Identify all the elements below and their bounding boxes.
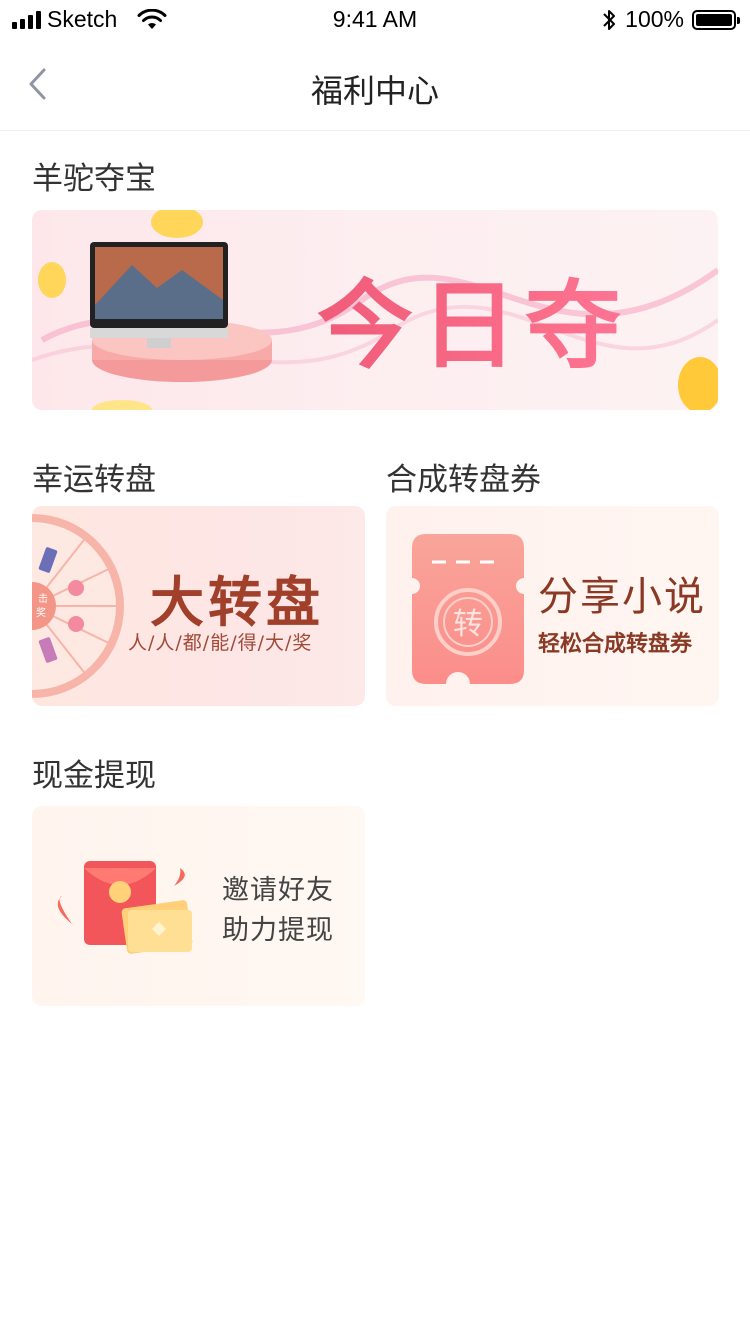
battery-percent: 100% xyxy=(625,6,684,32)
cash-withdraw-card[interactable]: 邀请好友 助力提现 xyxy=(32,806,365,1006)
lucky-wheel-card[interactable]: 击 奖 大转盘 人/人/都/能/得/大/奖 xyxy=(32,506,365,706)
red-envelope-icon xyxy=(57,861,193,954)
cash-line-2: 助力提现 xyxy=(222,915,334,946)
section-title-cash: 现金提现 xyxy=(32,758,156,794)
coin-icon xyxy=(92,400,152,410)
section-title-treasure: 羊驼夺宝 xyxy=(32,161,156,197)
banner-headline: 今日夺宝 xyxy=(317,248,718,410)
coupon-card-subtitle: 轻松合成转盘券 xyxy=(538,632,693,657)
ticket-char: 转 xyxy=(453,607,483,642)
bluetooth-icon xyxy=(603,9,616,30)
cash-line-1: 邀请好友 xyxy=(222,875,334,906)
coupon-card[interactable]: 转 分享小说 轻松合成转盘券 xyxy=(386,506,719,706)
wheel-card-title: 大转盘 xyxy=(150,571,324,634)
treasure-banner[interactable]: 今日夺宝 xyxy=(32,210,718,410)
wheel-illustration: 击 奖 xyxy=(32,514,124,698)
status-right: 100% xyxy=(601,6,740,33)
monitor-icon xyxy=(90,242,228,348)
battery-icon xyxy=(692,9,740,30)
page-title: 福利中心 xyxy=(310,72,439,110)
pig-icon xyxy=(68,616,84,632)
wheel-card-subtitle: 人/人/都/能/得/大/奖 xyxy=(128,632,313,654)
coin-icon xyxy=(151,210,203,238)
nav-bar: 福利中心 xyxy=(0,40,750,131)
ticket-icon: 转 xyxy=(412,534,524,684)
section-title-wheel: 幸运转盘 xyxy=(32,462,156,498)
coupon-card-title: 分享小说 xyxy=(538,574,706,620)
status-bar: Sketch 9:41 AM 100% xyxy=(0,0,750,40)
wheel-label: 击 xyxy=(38,593,48,605)
wheel-label: 奖 xyxy=(36,606,46,619)
pig-icon xyxy=(68,580,84,596)
coin-icon xyxy=(38,262,66,298)
section-title-coupon: 合成转盘券 xyxy=(386,462,541,498)
